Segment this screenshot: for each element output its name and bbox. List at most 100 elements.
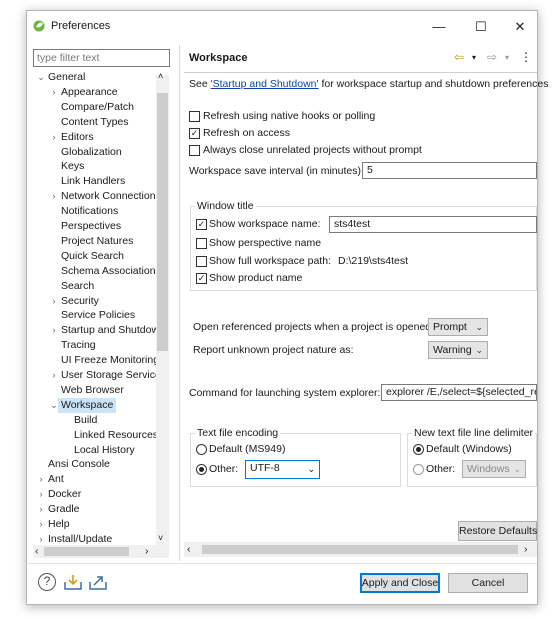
refresh-access-label: Refresh on access [203, 127, 290, 139]
tree-item-editors[interactable]: Editors [61, 130, 94, 145]
tree-item-globalization[interactable]: Globalization [61, 145, 122, 160]
tree-item-notifications[interactable]: Notifications [61, 204, 118, 219]
page-scroll-left-arrow[interactable]: ‹ [187, 542, 191, 556]
scroll-up-arrow[interactable]: ˄ [158, 69, 163, 83]
tree-item-startup-and-shutdown[interactable]: Startup and Shutdown [61, 323, 165, 338]
chevron-down-icon: ⌄ [475, 345, 483, 355]
save-interval-input[interactable]: 5 [362, 162, 537, 179]
forward-menu-icon[interactable]: ▾ [505, 51, 509, 65]
tree-item-perspectives[interactable]: Perspectives [61, 219, 121, 234]
open-referenced-value: Prompt [433, 321, 467, 333]
show-workspace-name-checkbox[interactable]: ✓ [196, 219, 207, 230]
maximize-button[interactable]: ☐ [471, 17, 491, 37]
encoding-group-label: Text file encoding [195, 427, 281, 439]
show-workspace-name-label: Show workspace name: [209, 218, 321, 230]
tree-item-schema-associations[interactable]: Schema Associations [61, 264, 161, 279]
tree-item-docker[interactable]: Docker [48, 487, 81, 502]
startup-link-line: See 'Startup and Shutdown' for workspace… [189, 77, 549, 91]
chevron-down-icon: ⌄ [475, 322, 483, 332]
tree-item-build[interactable]: Build [74, 413, 97, 428]
show-product-checkbox[interactable]: ✓ [196, 273, 207, 284]
tree-expand-icon[interactable]: › [36, 472, 46, 487]
tree-expand-icon[interactable]: › [36, 502, 46, 517]
tree-item-gradle[interactable]: Gradle [48, 502, 80, 517]
explorer-command-input[interactable]: explorer /E,/select=${selected_resource_… [381, 384, 537, 401]
restore-defaults-button[interactable]: Restore Defaults [458, 521, 537, 541]
back-menu-icon[interactable]: ▾ [472, 51, 476, 65]
scroll-left-arrow[interactable]: ‹ [35, 544, 39, 558]
tree-item-search[interactable]: Search [61, 279, 94, 294]
tree-item-security[interactable]: Security [61, 294, 99, 309]
tree-item-ui-freeze-monitoring[interactable]: UI Freeze Monitoring [61, 353, 159, 368]
delimiter-other-radio[interactable] [413, 464, 424, 475]
always-close-checkbox[interactable] [189, 145, 200, 156]
startup-shutdown-link[interactable]: 'Startup and Shutdown' [211, 78, 319, 90]
tree-item-user-storage-service[interactable]: User Storage Service [61, 368, 161, 383]
tree-item-local-history[interactable]: Local History [74, 443, 135, 458]
tree-expand-icon[interactable]: ⌄ [36, 70, 46, 85]
workspace-name-input[interactable]: sts4test [329, 216, 537, 233]
tree-item-help[interactable]: Help [48, 517, 70, 532]
minimize-button[interactable]: — [429, 17, 449, 37]
encoding-default-radio[interactable] [196, 444, 207, 455]
delimiter-other-select[interactable]: Windows ⌄ [462, 460, 526, 478]
show-full-path-checkbox[interactable] [196, 256, 207, 267]
tree-item-quick-search[interactable]: Quick Search [61, 249, 124, 264]
back-icon[interactable]: ⇦ [454, 50, 464, 64]
page-title: Workspace [189, 52, 248, 64]
page-scroll-right-arrow[interactable]: › [524, 542, 528, 556]
tree-item-appearance[interactable]: Appearance [61, 85, 118, 100]
tree-expand-icon[interactable]: › [49, 368, 59, 383]
encoding-default-label: Default (MS949) [209, 443, 286, 455]
tree-item-service-policies[interactable]: Service Policies [61, 308, 135, 323]
tree-expand-icon[interactable]: › [49, 294, 59, 309]
tree-horizontal-scroll-thumb[interactable] [44, 547, 129, 556]
tree-item-tracing[interactable]: Tracing [61, 338, 96, 353]
tree-expand-icon[interactable]: › [36, 517, 46, 532]
refresh-native-checkbox[interactable] [189, 111, 200, 122]
refresh-native-label: Refresh using native hooks or polling [203, 110, 376, 122]
tree-expand-icon[interactable]: › [49, 85, 59, 100]
chevron-down-icon: ⌄ [307, 464, 315, 474]
tree-item-general[interactable]: General [48, 70, 85, 85]
scroll-down-arrow[interactable]: ˅ [158, 531, 163, 545]
tree-item-link-handlers[interactable]: Link Handlers [61, 174, 125, 189]
close-button[interactable]: ✕ [510, 17, 530, 37]
tree-item-ant[interactable]: Ant [48, 472, 64, 487]
encoding-other-radio[interactable] [196, 464, 207, 475]
tree-vertical-scroll-thumb[interactable] [157, 93, 168, 351]
tree-expand-icon[interactable]: › [49, 189, 59, 204]
open-referenced-select[interactable]: Prompt ⌄ [428, 318, 488, 336]
tree-item-content-types[interactable]: Content Types [61, 115, 129, 130]
tree-item-compare-patch[interactable]: Compare/Patch [61, 100, 134, 115]
page-horizontal-scroll-thumb[interactable] [202, 545, 518, 554]
show-perspective-checkbox[interactable] [196, 238, 207, 249]
encoding-other-value: UTF-8 [250, 462, 280, 474]
tree-item-project-natures[interactable]: Project Natures [61, 234, 133, 249]
export-icon[interactable] [89, 574, 107, 593]
view-menu-icon[interactable]: ⋮ [520, 50, 532, 64]
help-icon[interactable]: ? [38, 573, 56, 591]
tree-item-ansi-console[interactable]: Ansi Console [48, 457, 110, 472]
cancel-button[interactable]: Cancel [448, 573, 528, 593]
line-delimiter-group-label: New text file line delimiter [412, 427, 536, 439]
tree-item-web-browser[interactable]: Web Browser [61, 383, 124, 398]
filter-input[interactable]: type filter text [33, 49, 170, 67]
tree-expand-icon[interactable]: › [49, 130, 59, 145]
pane-divider[interactable] [179, 45, 180, 561]
tree-item-keys[interactable]: Keys [61, 159, 84, 174]
delimiter-default-radio[interactable] [413, 444, 424, 455]
scroll-right-arrow[interactable]: › [145, 544, 149, 558]
tree-item-workspace[interactable]: Workspace [58, 397, 117, 413]
tree-item-network-connection[interactable]: Network Connection [61, 189, 156, 204]
refresh-access-checkbox[interactable]: ✓ [189, 128, 200, 139]
apply-and-close-button[interactable]: Apply and Close [360, 573, 440, 593]
report-nature-select[interactable]: Warning ⌄ [428, 341, 488, 359]
tree-expand-icon[interactable]: › [36, 487, 46, 502]
tree-item-linked-resources[interactable]: Linked Resources [74, 428, 158, 443]
tree-expand-icon[interactable]: › [49, 323, 59, 338]
footer-separator [27, 563, 537, 564]
import-icon[interactable] [64, 574, 82, 593]
forward-icon[interactable]: ⇨ [487, 50, 497, 64]
encoding-other-combo[interactable]: UTF-8 ⌄ [245, 460, 320, 479]
